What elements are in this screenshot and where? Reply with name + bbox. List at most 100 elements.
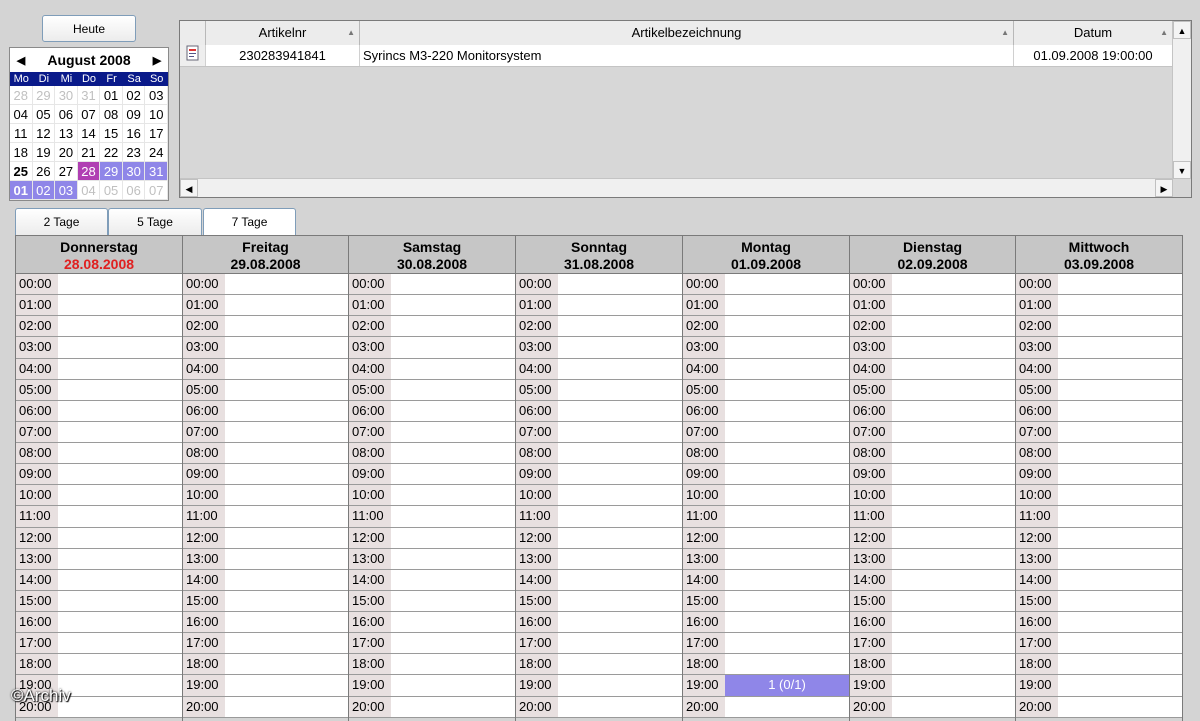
slot-area[interactable] <box>391 401 515 421</box>
slot-area[interactable] <box>58 591 182 611</box>
mini-calendar-day[interactable]: 10 <box>145 105 168 124</box>
time-slot[interactable]: 13:00 <box>349 548 515 570</box>
slot-area[interactable] <box>1058 697 1182 717</box>
mini-calendar-day[interactable]: 04 <box>77 181 101 200</box>
slot-area[interactable] <box>58 485 182 505</box>
scroll-right-icon[interactable]: ▶ <box>1155 179 1173 197</box>
time-slot[interactable]: 05:00 <box>683 379 849 401</box>
mini-calendar-day[interactable]: 30 <box>55 86 78 105</box>
time-slot[interactable]: 14:00 <box>683 569 849 591</box>
slot-area[interactable] <box>225 675 348 695</box>
slot-area[interactable] <box>725 316 849 336</box>
slot-area[interactable] <box>725 549 849 569</box>
slot-area[interactable] <box>558 316 682 336</box>
slot-area[interactable]: 1 (0/1) <box>725 675 849 696</box>
time-slot[interactable]: 02:00 <box>349 316 515 338</box>
slot-area[interactable] <box>1058 675 1182 695</box>
slot-area[interactable] <box>58 359 182 379</box>
mini-calendar-day[interactable]: 14 <box>77 124 101 143</box>
slot-area[interactable] <box>558 485 682 505</box>
time-slot[interactable]: 02:00 <box>16 316 182 338</box>
slot-area[interactable] <box>892 295 1015 315</box>
slot-area[interactable] <box>725 633 849 653</box>
slot-area[interactable] <box>892 443 1015 463</box>
time-slot[interactable]: 12:00 <box>349 527 515 549</box>
slot-area[interactable] <box>225 337 348 357</box>
slot-area[interactable] <box>1058 316 1182 336</box>
time-slot[interactable]: 09:00 <box>683 464 849 486</box>
slot-area[interactable] <box>225 316 348 336</box>
time-slot[interactable]: 11:00 <box>349 506 515 528</box>
time-slot[interactable]: 20:00 <box>183 696 348 718</box>
time-slot[interactable]: 18:00 <box>183 654 348 676</box>
slot-area[interactable] <box>892 528 1015 548</box>
time-slot[interactable]: 14:00 <box>1016 569 1182 591</box>
slot-area[interactable] <box>1058 549 1182 569</box>
slot-area[interactable] <box>225 570 348 590</box>
slot-area[interactable] <box>1058 401 1182 421</box>
time-slot[interactable]: 12:00 <box>516 527 682 549</box>
time-slot[interactable]: 15:00 <box>183 590 348 612</box>
mini-calendar-day[interactable]: 01 <box>100 86 123 105</box>
time-slot[interactable]: 02:00 <box>516 316 682 338</box>
time-slot[interactable]: 01:00 <box>516 295 682 317</box>
slot-area[interactable] <box>391 591 515 611</box>
tab-5-tage[interactable]: 5 Tage <box>108 208 202 235</box>
slot-area[interactable] <box>225 528 348 548</box>
slot-area[interactable] <box>225 485 348 505</box>
slot-area[interactable] <box>391 359 515 379</box>
time-slot[interactable]: 10:00 <box>1016 485 1182 507</box>
mini-calendar-day[interactable]: 04 <box>10 105 33 124</box>
slot-area[interactable] <box>225 422 348 442</box>
slot-area[interactable] <box>1058 506 1182 526</box>
time-slot[interactable]: 12:00 <box>850 527 1015 549</box>
mini-calendar-day[interactable]: 29 <box>32 86 56 105</box>
slot-area[interactable] <box>892 359 1015 379</box>
mini-calendar-day[interactable]: 23 <box>122 143 146 162</box>
slot-area[interactable] <box>391 337 515 357</box>
slot-area[interactable] <box>225 612 348 632</box>
time-slot[interactable]: 19:00 1 (0/1) <box>683 675 849 697</box>
time-slot[interactable]: 05:00 <box>349 379 515 401</box>
time-slot[interactable]: 00:00 <box>683 274 849 296</box>
time-slot[interactable]: 11:00 <box>16 506 182 528</box>
slot-area[interactable] <box>225 549 348 569</box>
time-slot[interactable]: 03:00 <box>683 337 849 359</box>
time-slot[interactable]: 19:00 <box>850 675 1015 697</box>
slot-area[interactable] <box>225 697 348 717</box>
mini-calendar-day[interactable]: 06 <box>55 105 78 124</box>
time-slot[interactable]: 13:00 <box>850 548 1015 570</box>
slot-area[interactable] <box>725 295 849 315</box>
time-slot[interactable]: 10:00 <box>850 485 1015 507</box>
mini-calendar-day[interactable]: 11 <box>10 124 33 143</box>
time-slot[interactable]: 20:00 <box>850 696 1015 718</box>
slot-area[interactable] <box>391 316 515 336</box>
time-slot[interactable]: 02:00 <box>683 316 849 338</box>
slot-area[interactable] <box>391 654 515 674</box>
time-slot[interactable]: 04:00 <box>16 358 182 380</box>
slot-area[interactable] <box>225 506 348 526</box>
time-slot[interactable]: 16:00 <box>183 612 348 634</box>
mini-calendar-day[interactable]: 28 <box>10 86 33 105</box>
slot-area[interactable] <box>1058 380 1182 400</box>
time-slot[interactable]: 20:00 <box>1016 696 1182 718</box>
time-slot[interactable]: 06:00 <box>1016 400 1182 422</box>
time-slot[interactable]: 08:00 <box>516 443 682 465</box>
slot-area[interactable] <box>558 443 682 463</box>
time-slot[interactable]: 10:00 <box>183 485 348 507</box>
time-slot[interactable]: 19:00 <box>1016 675 1182 697</box>
mini-calendar-day[interactable]: 27 <box>55 162 78 181</box>
mini-calendar-day[interactable]: 08 <box>100 105 123 124</box>
slot-area[interactable] <box>391 422 515 442</box>
slot-area[interactable] <box>58 316 182 336</box>
time-slot[interactable]: 14:00 <box>516 569 682 591</box>
time-slot[interactable]: 18:00 <box>16 654 182 676</box>
slot-area[interactable] <box>391 443 515 463</box>
slot-area[interactable] <box>391 485 515 505</box>
time-slot[interactable]: 11:00 <box>683 506 849 528</box>
time-slot[interactable]: 01:00 <box>850 295 1015 317</box>
mini-calendar-day[interactable]: 09 <box>122 105 146 124</box>
column-header-datum[interactable]: Datum ▲ <box>1014 21 1173 45</box>
time-slot[interactable]: 05:00 <box>16 379 182 401</box>
slot-area[interactable] <box>892 675 1015 695</box>
